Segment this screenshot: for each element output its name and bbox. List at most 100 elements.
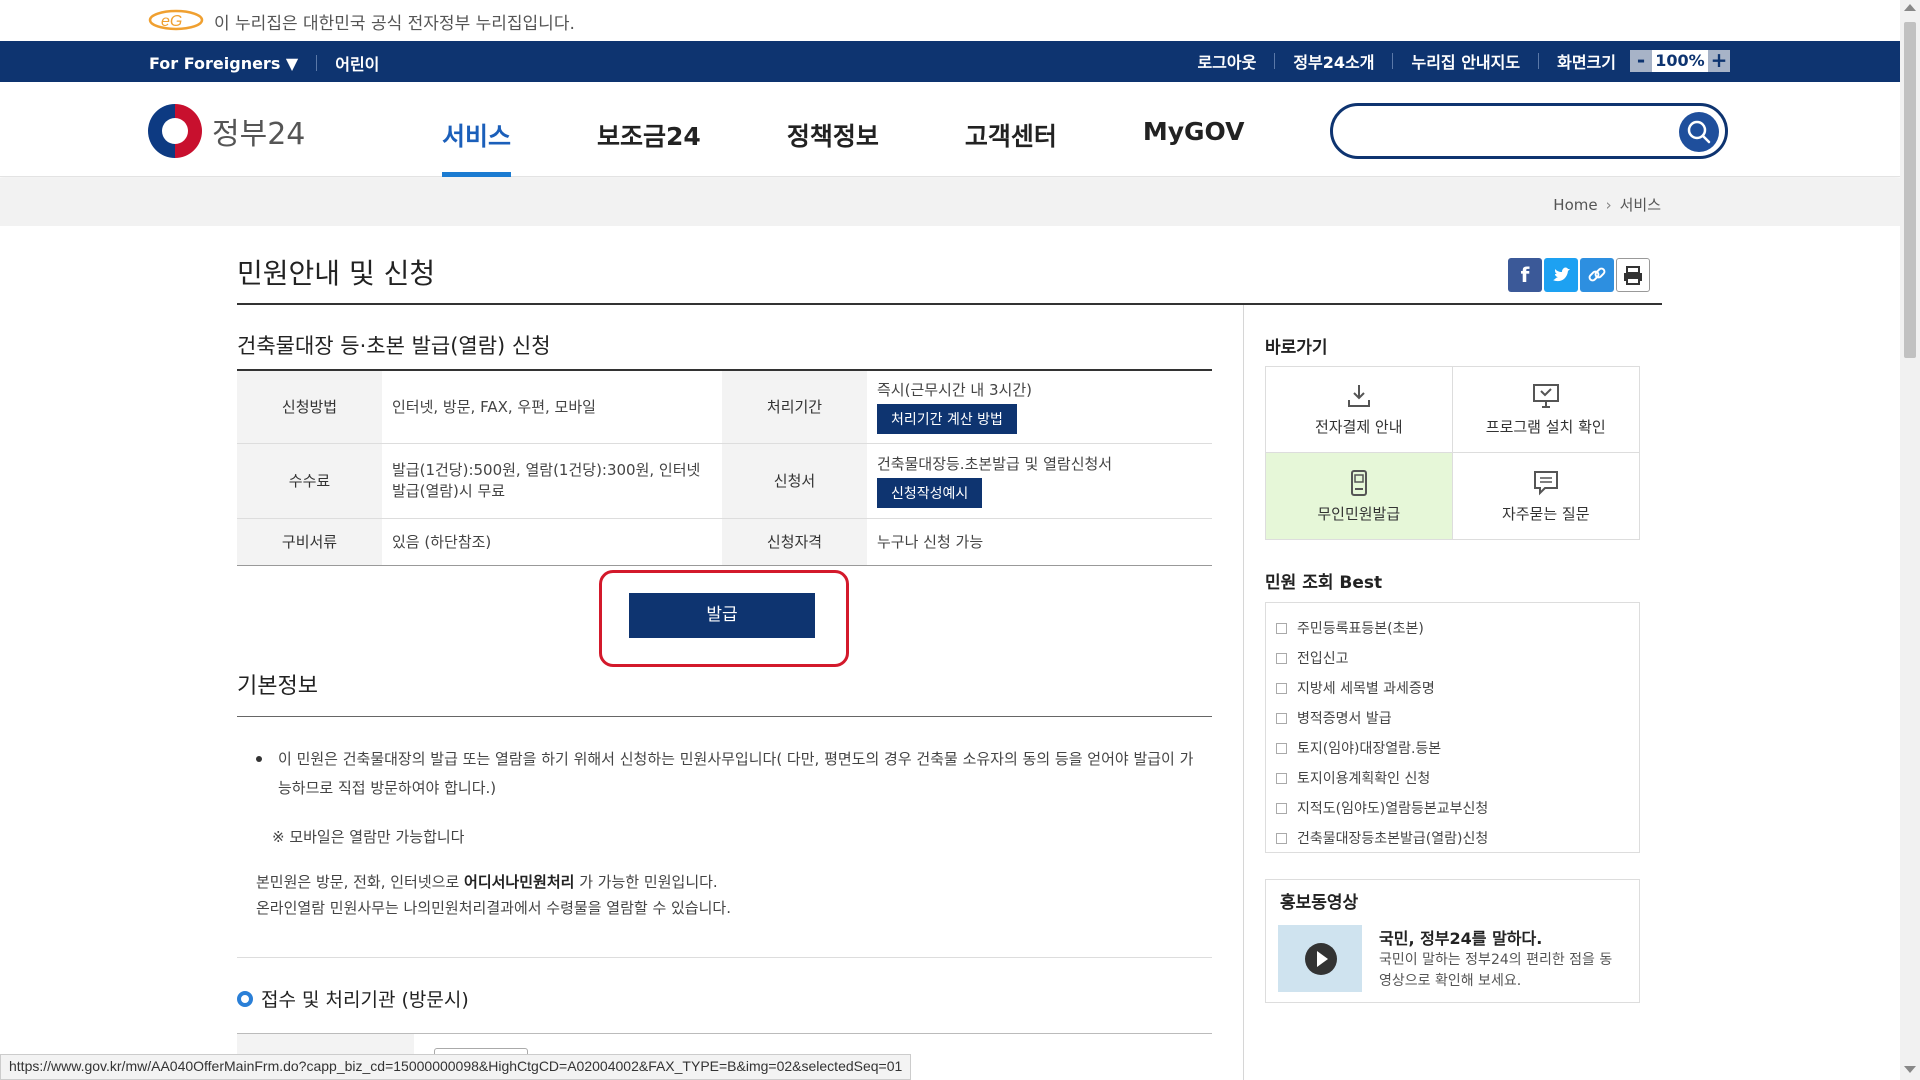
best-title: 민원 조회 Best: [1265, 573, 1383, 593]
list-item-label: 토지이용계획확인 신청: [1297, 771, 1431, 787]
zoom-out-button[interactable]: -: [1630, 50, 1652, 72]
paragraph-text: 온라인열람 민원사무는 나의민원처리결과에서 수령물을 열람할 수 있습니다.: [256, 899, 731, 917]
processing-time: 즉시(근무시간 내 3시간): [877, 381, 1032, 400]
print-icon[interactable]: [1616, 258, 1650, 292]
list-item-label: 지방세 세목별 과세증명: [1297, 681, 1435, 697]
share-tools: f: [1506, 258, 1650, 292]
list-marker-icon: [1276, 772, 1287, 784]
processing-time-calc-button[interactable]: 처리기간 계산 방법: [877, 404, 1017, 435]
search-icon: [1687, 120, 1711, 144]
list-marker-icon: [1276, 682, 1287, 694]
best-list: 주민등록표등본(초본) 전입신고 지방세 세목별 과세증명 병적증명서 발급 토…: [1265, 602, 1640, 853]
quick-link-kiosk[interactable]: 무인민원발급: [1266, 453, 1453, 539]
zoom-in-button[interactable]: +: [1708, 50, 1730, 72]
application-example-button[interactable]: 신청작성예시: [877, 478, 983, 508]
basic-info-bullet: 이 민원은 건축물대장의 발급 또는 열람을 하기 위해서 신청하는 민원사무입…: [278, 750, 1194, 797]
circle-bullet-icon: [237, 990, 253, 1007]
kiosk-icon: [1350, 469, 1367, 496]
list-item[interactable]: 주민등록표등본(초본): [1276, 613, 1639, 643]
nav-mygov[interactable]: MyGOV: [1143, 117, 1245, 177]
table-row: 수수료 발급(1건당):500원, 열람(1건당):300원, 인터넷 발급(열…: [237, 443, 1212, 519]
breadcrumb: Home › 서비스: [1553, 194, 1661, 215]
list-item-label: 토지(임야)대장열람.등본: [1297, 741, 1442, 757]
kids-link[interactable]: 어린이: [335, 51, 379, 75]
promo-video: 홍보동영상 국민, 정부24를 말하다. 국민이 말하는 정부24의 편리한 점…: [1265, 879, 1640, 1003]
list-marker-icon: [1276, 712, 1287, 724]
basic-info-paragraph: 본민원은 방문, 전화, 인터넷으로 어디서나민원처리 가 가능한 민원입니다.…: [256, 869, 1206, 921]
download-icon: [1347, 385, 1370, 407]
list-item[interactable]: 전입신고: [1276, 643, 1639, 673]
table-cell: 누구나 신청 가능: [877, 533, 984, 551]
list-item[interactable]: 지적도(임야도)열람등본교부신청: [1276, 793, 1639, 823]
quick-link-program-check[interactable]: 프로그램 설치 확인: [1452, 367, 1639, 453]
title-divider: [237, 303, 1662, 305]
page-title: 민원안내 및 신청: [237, 257, 436, 290]
quick-link-faq[interactable]: 자주묻는 질문: [1453, 453, 1640, 539]
table-cell: 발급(1건당):500원, 열람(1건당):300원, 인터넷 발급(열람)시 …: [382, 443, 722, 519]
twitter-icon[interactable]: [1544, 258, 1578, 292]
divider: [1392, 53, 1394, 69]
basic-info-content: 이 민원은 건축물대장의 발급 또는 열람을 하기 위해서 신청하는 민원사무입…: [256, 745, 1206, 921]
gov-banner: eG 이 누리집은 대한민국 공식 전자정부 누리집입니다.: [0, 0, 1900, 41]
table-header-cell: 구비서류: [237, 518, 382, 565]
sub-heading: 접수 및 처리기관 (방문시): [237, 985, 469, 1012]
list-item: 이 민원은 건축물대장의 발급 또는 열람을 하기 위해서 신청하는 민원사무입…: [256, 745, 1206, 803]
taegeuk-logo-icon: [148, 104, 202, 158]
nav-customer-center[interactable]: 고객센터: [965, 117, 1057, 177]
list-marker-icon: [1276, 652, 1287, 664]
list-item[interactable]: 토지(임야)대장열람.등본: [1276, 733, 1639, 763]
site-logo[interactable]: 정부24: [148, 104, 305, 158]
sitemap-link[interactable]: 누리집 안내지도: [1411, 49, 1520, 73]
zoom-value: 100%: [1652, 50, 1708, 72]
list-marker-icon: [1276, 742, 1287, 754]
monitor-icon: [1532, 384, 1559, 408]
breadcrumb-current[interactable]: 서비스: [1620, 194, 1661, 215]
table-header-cell: 신청자격: [722, 518, 867, 565]
list-item[interactable]: 병적증명서 발급: [1276, 703, 1639, 733]
table-row: 신청방법 인터넷, 방문, FAX, 우편, 모바일 처리기간 즉시(근무시간 …: [237, 370, 1212, 444]
section-divider: [237, 716, 1212, 717]
service-info-table: 신청방법 인터넷, 방문, FAX, 우편, 모바일 처리기간 즉시(근무시간 …: [237, 369, 1212, 566]
scroll-down-icon[interactable]: [1904, 1066, 1916, 1073]
divider: [1538, 53, 1540, 69]
quick-link-epayment[interactable]: 전자결제 안내: [1266, 367, 1453, 453]
bullet-icon: [256, 756, 262, 762]
for-foreigners-link[interactable]: For Foreigners ▼: [149, 54, 298, 73]
facebook-icon[interactable]: f: [1508, 258, 1542, 292]
quick-link-label: 프로그램 설치 확인: [1485, 418, 1606, 436]
service-title: 건축물대장 등·초본 발급(열람) 신청: [237, 334, 551, 358]
section-divider: [237, 957, 1212, 958]
scroll-up-icon[interactable]: [1904, 4, 1916, 11]
promo-headline[interactable]: 국민, 정부24를 말하다.: [1379, 925, 1542, 949]
vertical-scrollbar[interactable]: [1900, 0, 1920, 1080]
table-header-cell: 처리기간: [722, 370, 867, 444]
table-cell: 있음 (하단참조): [392, 533, 492, 551]
nav-subsidy24[interactable]: 보조금24: [597, 117, 701, 177]
column-divider: [1243, 305, 1244, 1080]
quick-link-label: 전자결제 안내: [1314, 418, 1403, 436]
about-link[interactable]: 정부24소개: [1293, 49, 1374, 73]
video-thumbnail[interactable]: [1278, 925, 1362, 992]
issue-button[interactable]: 발급: [629, 593, 815, 638]
zoom-label: 화면크기: [1557, 53, 1616, 72]
logout-link[interactable]: 로그아웃: [1197, 49, 1256, 73]
scroll-thumb[interactable]: [1904, 22, 1916, 358]
table-header-cell: 수수료: [237, 443, 382, 519]
link-copy-icon[interactable]: [1580, 258, 1614, 292]
list-marker-icon: [1276, 802, 1287, 814]
list-item[interactable]: 토지이용계획확인 신청: [1276, 763, 1639, 793]
table-cell: 인터넷, 방문, FAX, 우편, 모바일: [382, 370, 722, 444]
utility-bar: For Foreigners ▼ 어린이 로그아웃 정부24소개 누리집 안내지…: [0, 41, 1900, 82]
search-input[interactable]: [1353, 118, 1653, 144]
divider: [1274, 53, 1276, 69]
main-nav: 서비스 보조금24 정책정보 고객센터 MyGOV: [442, 117, 1330, 177]
breadcrumb-home[interactable]: Home: [1553, 196, 1597, 214]
list-item[interactable]: 건축물대장등초본발급(열람)신청: [1276, 823, 1639, 853]
list-item-label: 주민등록표등본(초본): [1297, 621, 1424, 637]
search-button[interactable]: [1679, 112, 1719, 152]
nav-policy-info[interactable]: 정책정보: [787, 117, 879, 177]
nav-services[interactable]: 서비스: [442, 117, 512, 177]
paragraph-emphasis: 어디서나민원처리: [464, 873, 575, 891]
list-item-label: 전입신고: [1297, 651, 1349, 667]
list-item[interactable]: 지방세 세목별 과세증명: [1276, 673, 1639, 703]
